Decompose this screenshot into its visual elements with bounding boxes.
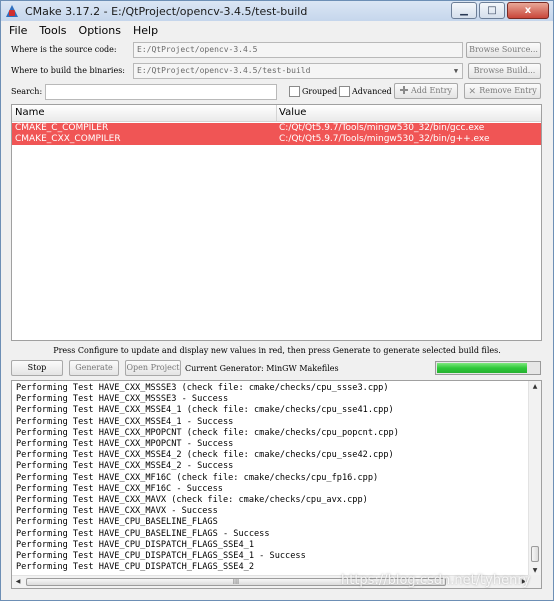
log-line: Performing Test HAVE_CXX_MSSE4_2 - Succe… [16, 461, 234, 472]
grouped-checkbox[interactable] [289, 86, 300, 97]
log-line: Performing Test HAVE_CXX_MSSE4_2 (check … [16, 450, 394, 461]
source-path-field[interactable]: E:/QtProject/opencv-3.4.5 [133, 42, 463, 58]
entry-value: C:/Qt/Qt5.9.7/Tools/mingw530_32/bin/g++.… [279, 134, 490, 144]
minimize-button[interactable]: ▁ [451, 2, 477, 19]
log-line: Performing Test HAVE_CXX_MSSE4_1 (check … [16, 405, 394, 416]
log-line: Performing Test HAVE_CPU_DISPATCH_FLAGS_… [16, 539, 254, 550]
remove-icon: ✕ [468, 87, 476, 97]
entry-name: CMAKE_C_COMPILER [15, 123, 109, 133]
log-line: Performing Test HAVE_CPU_BASELINE_FLAGS [16, 517, 218, 528]
close-button[interactable]: x [507, 2, 549, 19]
configure-hint: Press Configure to update and display ne… [53, 346, 501, 355]
menu-bar: File Tools Options Help [1, 21, 553, 39]
log-line: Performing Test HAVE_CXX_MSSSE3 - Succes… [16, 394, 229, 405]
log-line: Performing Test HAVE_CPU_DISPATCH_FLAGS_… [16, 562, 254, 573]
source-label: Where is the source code: [11, 45, 117, 54]
stop-button[interactable]: Stop [11, 360, 63, 376]
browse-source-button[interactable]: Browse Source... [466, 42, 541, 58]
log-line: Performing Test HAVE_CXX_MPOPCNT (check … [16, 427, 399, 438]
menu-tools[interactable]: Tools [35, 24, 70, 37]
cmake-logo-icon [5, 4, 19, 18]
scroll-left-icon[interactable]: ◀ [12, 576, 24, 588]
log-line: Performing Test HAVE_CXX_MAVX - Success [16, 506, 218, 517]
log-line: Performing Test HAVE_CXX_MPOPCNT - Succe… [16, 439, 234, 450]
remove-entry-button[interactable]: ✕ Remove Entry [464, 83, 541, 99]
vertical-scroll-thumb[interactable] [531, 546, 539, 562]
open-project-button[interactable]: Open Project [125, 360, 181, 376]
log-line: Performing Test HAVE_CPU_BASELINE_FLAGS … [16, 528, 270, 539]
output-log[interactable]: Performing Test HAVE_CXX_MSSSE3 (check f… [11, 380, 542, 589]
progress-bar [435, 361, 541, 375]
table-header: Name Value [12, 105, 541, 122]
entry-value: C:/Qt/Qt5.9.7/Tools/mingw530_32/bin/gcc.… [279, 123, 485, 133]
log-line: Performing Test HAVE_CXX_MAVX (check fil… [16, 495, 368, 506]
maximize-button[interactable]: □ [479, 2, 505, 19]
window-title: CMake 3.17.2 - E:/QtProject/opencv-3.4.5… [25, 4, 308, 18]
scroll-up-icon[interactable]: ▲ [529, 381, 541, 392]
log-line: Performing Test HAVE_CXX_MF16C - Success [16, 483, 223, 494]
add-entry-label: Add Entry [410, 86, 453, 95]
plus-icon [399, 86, 408, 94]
table-row[interactable]: CMAKE_C_COMPILER C:/Qt/Qt5.9.7/Tools/min… [12, 123, 541, 134]
log-line: Performing Test HAVE_CXX_MSSE4_1 - Succe… [16, 416, 234, 427]
build-path-combo[interactable]: E:/QtProject/opencv-3.4.5/test-build ▼ [133, 63, 463, 79]
scroll-grip: III [232, 578, 240, 586]
progress-fill [437, 363, 527, 373]
column-name-header[interactable]: Name [15, 107, 45, 118]
current-generator-label: Current Generator: MinGW Makefiles [185, 364, 339, 373]
cache-table[interactable]: Name Value CMAKE_C_COMPILER C:/Qt/Qt5.9.… [11, 104, 542, 341]
advanced-label: Advanced [352, 87, 392, 96]
window-controls: ▁ □ x [451, 2, 549, 19]
grouped-label: Grouped [302, 87, 338, 96]
build-path-value: E:/QtProject/opencv-3.4.5/test-build [137, 66, 311, 75]
advanced-checkbox[interactable] [339, 86, 350, 97]
add-entry-button[interactable]: Add Entry [394, 83, 458, 99]
log-line: Performing Test HAVE_CXX_MF16C (check fi… [16, 472, 379, 483]
menu-help[interactable]: Help [129, 24, 162, 37]
table-row[interactable]: CMAKE_CXX_COMPILER C:/Qt/Qt5.9.7/Tools/m… [12, 134, 541, 145]
search-input[interactable] [45, 84, 277, 100]
browse-build-button[interactable]: Browse Build... [468, 63, 541, 79]
chevron-down-icon[interactable]: ▼ [451, 65, 461, 77]
vertical-scrollbar[interactable]: ▲ ▼ [528, 381, 541, 576]
watermark: https://blog.csdn.net/tyhenry [341, 573, 531, 588]
search-label: Search: [11, 87, 43, 96]
generate-button[interactable]: Generate [69, 360, 119, 376]
column-divider[interactable] [276, 105, 277, 122]
log-line: Performing Test HAVE_CPU_DISPATCH_FLAGS_… [16, 551, 306, 562]
title-bar: CMake 3.17.2 - E:/QtProject/opencv-3.4.5… [1, 1, 553, 21]
menu-options[interactable]: Options [75, 24, 125, 37]
menu-file[interactable]: File [5, 24, 31, 37]
remove-entry-label: Remove Entry [479, 86, 537, 95]
column-value-header[interactable]: Value [279, 107, 306, 118]
log-line: Performing Test HAVE_CXX_MSSSE3 (check f… [16, 383, 389, 393]
entry-name: CMAKE_CXX_COMPILER [15, 134, 121, 144]
build-label: Where to build the binaries: [11, 66, 126, 75]
log-lines: Performing Test HAVE_CXX_MSSSE3 (check f… [16, 383, 528, 573]
cmake-window: CMake 3.17.2 - E:/QtProject/opencv-3.4.5… [0, 0, 554, 601]
